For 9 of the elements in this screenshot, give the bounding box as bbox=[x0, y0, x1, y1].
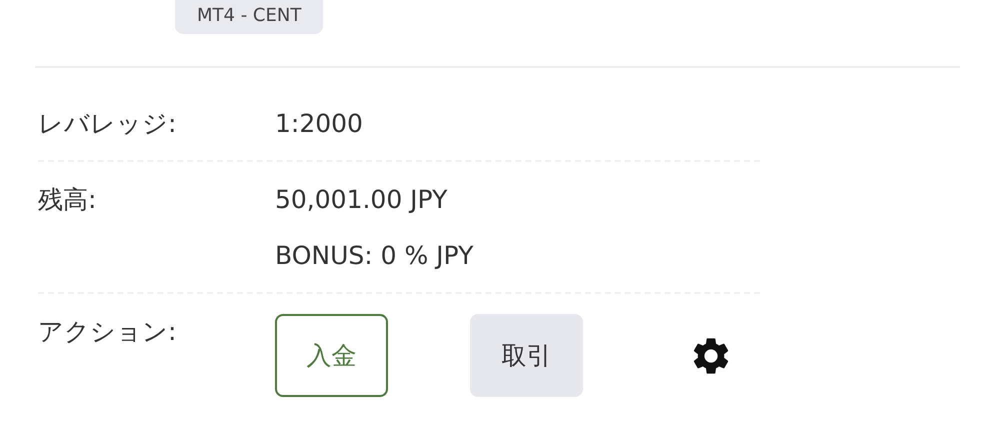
trade-button[interactable]: 取引 bbox=[470, 314, 583, 397]
deposit-button[interactable]: 入金 bbox=[275, 314, 388, 397]
field-label: 残高: bbox=[38, 184, 98, 216]
field-label: レバレッジ: bbox=[38, 108, 178, 140]
field-value: 1:2000 bbox=[275, 108, 363, 140]
field-label: アクション: bbox=[38, 316, 178, 348]
field-value: 50,001.00 JPY bbox=[275, 184, 448, 216]
field-value: BONUS: 0 % JPY bbox=[275, 240, 474, 272]
account-type-badge: MT4 - CENT bbox=[175, 0, 324, 34]
